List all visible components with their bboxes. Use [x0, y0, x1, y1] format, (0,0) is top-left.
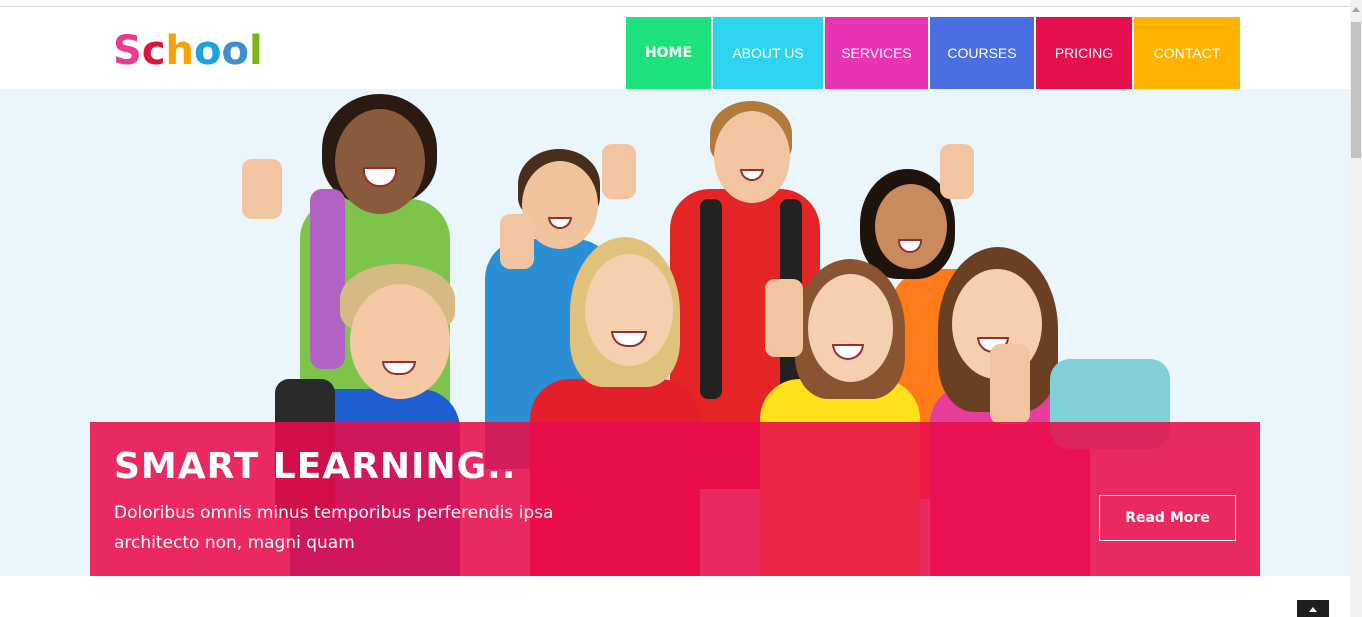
main-nav: HOME ABOUT US SERVICES COURSES PRICING C…: [626, 17, 1240, 89]
nav-pricing[interactable]: PRICING: [1036, 17, 1132, 89]
scrollbar-thumb[interactable]: [1351, 22, 1361, 158]
nav-home[interactable]: HOME: [626, 17, 711, 89]
read-more-button[interactable]: Read More: [1099, 495, 1236, 541]
hero-slider: SMART LEARNING.. Doloribus omnis minus t…: [0, 89, 1350, 576]
logo-letter: S: [113, 28, 142, 74]
nav-courses[interactable]: COURSES: [930, 17, 1034, 89]
logo-letter: l: [248, 28, 263, 74]
nav-services[interactable]: SERVICES: [825, 17, 928, 89]
logo-letter: o: [194, 28, 222, 74]
hero-text: Doloribus omnis minus temporibus perfere…: [114, 503, 554, 553]
site-logo[interactable]: School: [113, 31, 263, 71]
hero-caption-banner: SMART LEARNING.. Doloribus omnis minus t…: [90, 422, 1260, 576]
logo-letter: c: [141, 28, 166, 74]
logo-letter: o: [221, 28, 249, 74]
scroll-up-arrow-icon[interactable]: [1352, 7, 1360, 12]
site-header: School HOME ABOUT US SERVICES COURSES PR…: [0, 7, 1350, 89]
back-to-top-button[interactable]: [1297, 600, 1329, 617]
logo-letter: h: [165, 28, 195, 74]
nav-contact[interactable]: CONTACT: [1134, 17, 1240, 89]
nav-about-us[interactable]: ABOUT US: [713, 17, 823, 89]
hero-title: SMART LEARNING..: [114, 446, 517, 487]
page-scrollbar[interactable]: [1350, 0, 1362, 617]
